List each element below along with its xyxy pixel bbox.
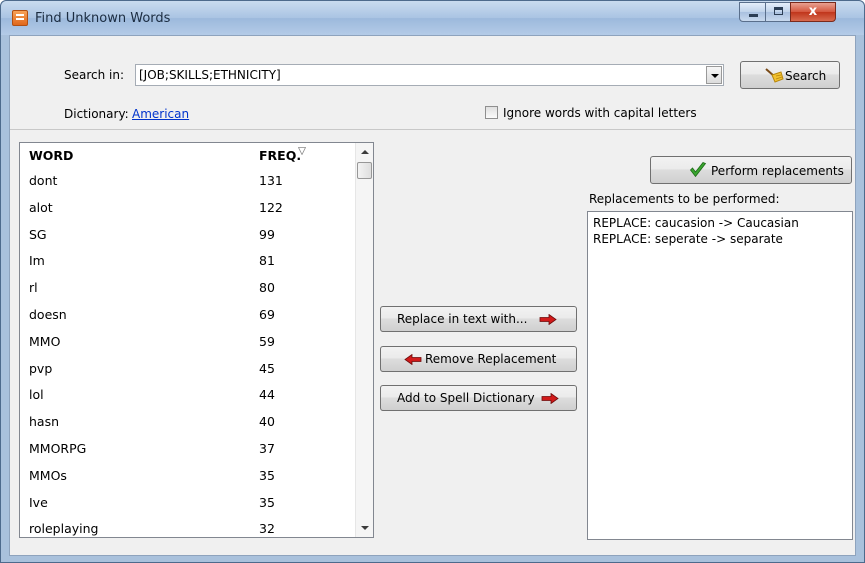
word-list-row[interactable]: rl 80 xyxy=(20,278,352,305)
arrow-right-icon xyxy=(541,393,559,404)
freq-cell: 35 xyxy=(259,467,275,483)
arrow-right-icon xyxy=(539,314,557,325)
search-in-value: [JOB;SKILLS;ETHNICITY] xyxy=(139,68,281,82)
freq-cell: 35 xyxy=(259,494,275,510)
word-cell: MMORPG xyxy=(29,440,87,456)
word-cell: SG xyxy=(29,226,47,242)
word-list-row[interactable]: MMOs 35 xyxy=(20,466,352,493)
ignore-capitals-checkbox[interactable] xyxy=(485,106,498,119)
word-list-row[interactable]: roleplaying 32 xyxy=(20,519,352,537)
scroll-up-icon[interactable] xyxy=(356,143,373,160)
freq-cell: 45 xyxy=(259,360,275,376)
ignore-capitals-label[interactable]: Ignore words with capital letters xyxy=(503,106,697,120)
word-list-rows: dont 131 alot 122 SG 99 Im 81 rl 80 doesn 69 MMO 59 pv… xyxy=(20,171,352,537)
word-cell: dont xyxy=(29,173,58,188)
remove-replacement-label: Remove Replacement xyxy=(425,352,557,366)
minimize-button[interactable] xyxy=(739,2,766,22)
replacements-list[interactable]: REPLACE: caucasion -> Caucasian REPLACE:… xyxy=(587,211,853,540)
search-button[interactable]: Search xyxy=(740,61,840,89)
search-button-label: Search xyxy=(785,69,827,83)
freq-cell: 37 xyxy=(259,440,275,456)
word-list-row[interactable]: Ive 35 xyxy=(20,493,352,520)
word-cell: roleplaying xyxy=(29,521,99,537)
replace-in-text-label: Replace in text with... xyxy=(397,312,528,326)
word-list[interactable]: WORD FREQ. dont 131 alot 122 SG 99 Im 81 rl 80 doe… xyxy=(19,142,374,538)
freq-cell: 69 xyxy=(259,306,275,322)
broom-icon xyxy=(765,68,784,83)
sort-descending-icon xyxy=(298,147,306,155)
word-list-header: WORD FREQ. xyxy=(20,143,352,165)
freq-cell: 122 xyxy=(259,199,283,215)
word-cell: Ive xyxy=(29,494,48,510)
arrow-left-icon xyxy=(404,354,422,365)
column-header-word[interactable]: WORD xyxy=(29,148,73,163)
word-cell: hasn xyxy=(29,414,60,430)
word-cell: alot xyxy=(29,199,53,215)
app-icon xyxy=(12,10,28,26)
replacement-item[interactable]: REPLACE: seperate -> separate xyxy=(593,232,783,246)
word-cell: MMO xyxy=(29,333,61,349)
dictionary-label: Dictionary: xyxy=(64,107,129,121)
window-title: Find Unknown Words xyxy=(35,11,171,26)
word-list-scrollbar[interactable] xyxy=(355,143,373,537)
word-list-row[interactable]: MMO 59 xyxy=(20,332,352,359)
close-button[interactable]: x xyxy=(790,2,836,22)
word-list-row[interactable]: alot 122 xyxy=(20,198,352,225)
word-list-row[interactable]: pvp 45 xyxy=(20,359,352,386)
freq-cell: 131 xyxy=(259,173,283,188)
search-in-label: Search in: xyxy=(64,68,125,82)
freq-cell: 80 xyxy=(259,280,275,296)
freq-cell: 44 xyxy=(259,387,275,403)
title-bar[interactable]: Find Unknown Words x xyxy=(1,1,864,35)
replacement-item[interactable]: REPLACE: caucasion -> Caucasian xyxy=(593,216,799,230)
checkmark-icon xyxy=(689,162,707,178)
replacements-list-label: Replacements to be performed: xyxy=(589,192,780,206)
word-list-row[interactable]: lol 44 xyxy=(20,385,352,412)
word-list-row[interactable]: SG 99 xyxy=(20,225,352,252)
word-cell: doesn xyxy=(29,306,67,322)
remove-replacement-button[interactable]: Remove Replacement xyxy=(380,346,577,372)
window-frame: Find Unknown Words x Search in: [JOB;SKI… xyxy=(0,0,865,563)
scrollbar-thumb[interactable] xyxy=(357,162,372,179)
word-list-row[interactable]: Im 81 xyxy=(20,251,352,278)
word-cell: rl xyxy=(29,280,38,296)
maximize-button[interactable] xyxy=(765,2,791,22)
word-list-row[interactable]: doesn 69 xyxy=(20,305,352,332)
word-cell: lol xyxy=(29,387,44,403)
word-list-row[interactable]: hasn 40 xyxy=(20,412,352,439)
word-cell: pvp xyxy=(29,360,53,376)
dialog-client-area: Search in: [JOB;SKILLS;ETHNICITY] Search… xyxy=(9,35,856,556)
words-panel: WORD FREQ. dont 131 alot 122 SG 99 Im 81 rl 80 doe… xyxy=(10,130,855,555)
add-to-dictionary-label: Add to Spell Dictionary xyxy=(397,391,535,405)
replace-in-text-button[interactable]: Replace in text with... xyxy=(380,306,577,332)
freq-cell: 81 xyxy=(259,253,275,269)
perform-replacements-button[interactable]: Perform replacements xyxy=(650,156,852,184)
freq-cell: 99 xyxy=(259,226,275,242)
freq-cell: 40 xyxy=(259,414,275,430)
dictionary-link[interactable]: American xyxy=(132,107,189,121)
freq-cell: 32 xyxy=(259,521,275,537)
word-cell: MMOs xyxy=(29,467,67,483)
scroll-down-icon[interactable] xyxy=(356,520,373,537)
dropdown-arrow-icon[interactable] xyxy=(706,66,722,84)
search-in-combobox[interactable]: [JOB;SKILLS;ETHNICITY] xyxy=(135,64,724,86)
word-cell: Im xyxy=(29,253,45,269)
add-to-dictionary-button[interactable]: Add to Spell Dictionary xyxy=(380,385,577,411)
freq-cell: 59 xyxy=(259,333,275,349)
perform-replacements-label: Perform replacements xyxy=(711,164,844,178)
search-panel: Search in: [JOB;SKILLS;ETHNICITY] Search… xyxy=(10,36,855,130)
word-list-row[interactable]: MMORPG 37 xyxy=(20,439,352,466)
column-header-freq[interactable]: FREQ. xyxy=(259,148,301,163)
word-list-row[interactable]: dont 131 xyxy=(20,171,352,198)
close-icon: x xyxy=(808,4,818,19)
